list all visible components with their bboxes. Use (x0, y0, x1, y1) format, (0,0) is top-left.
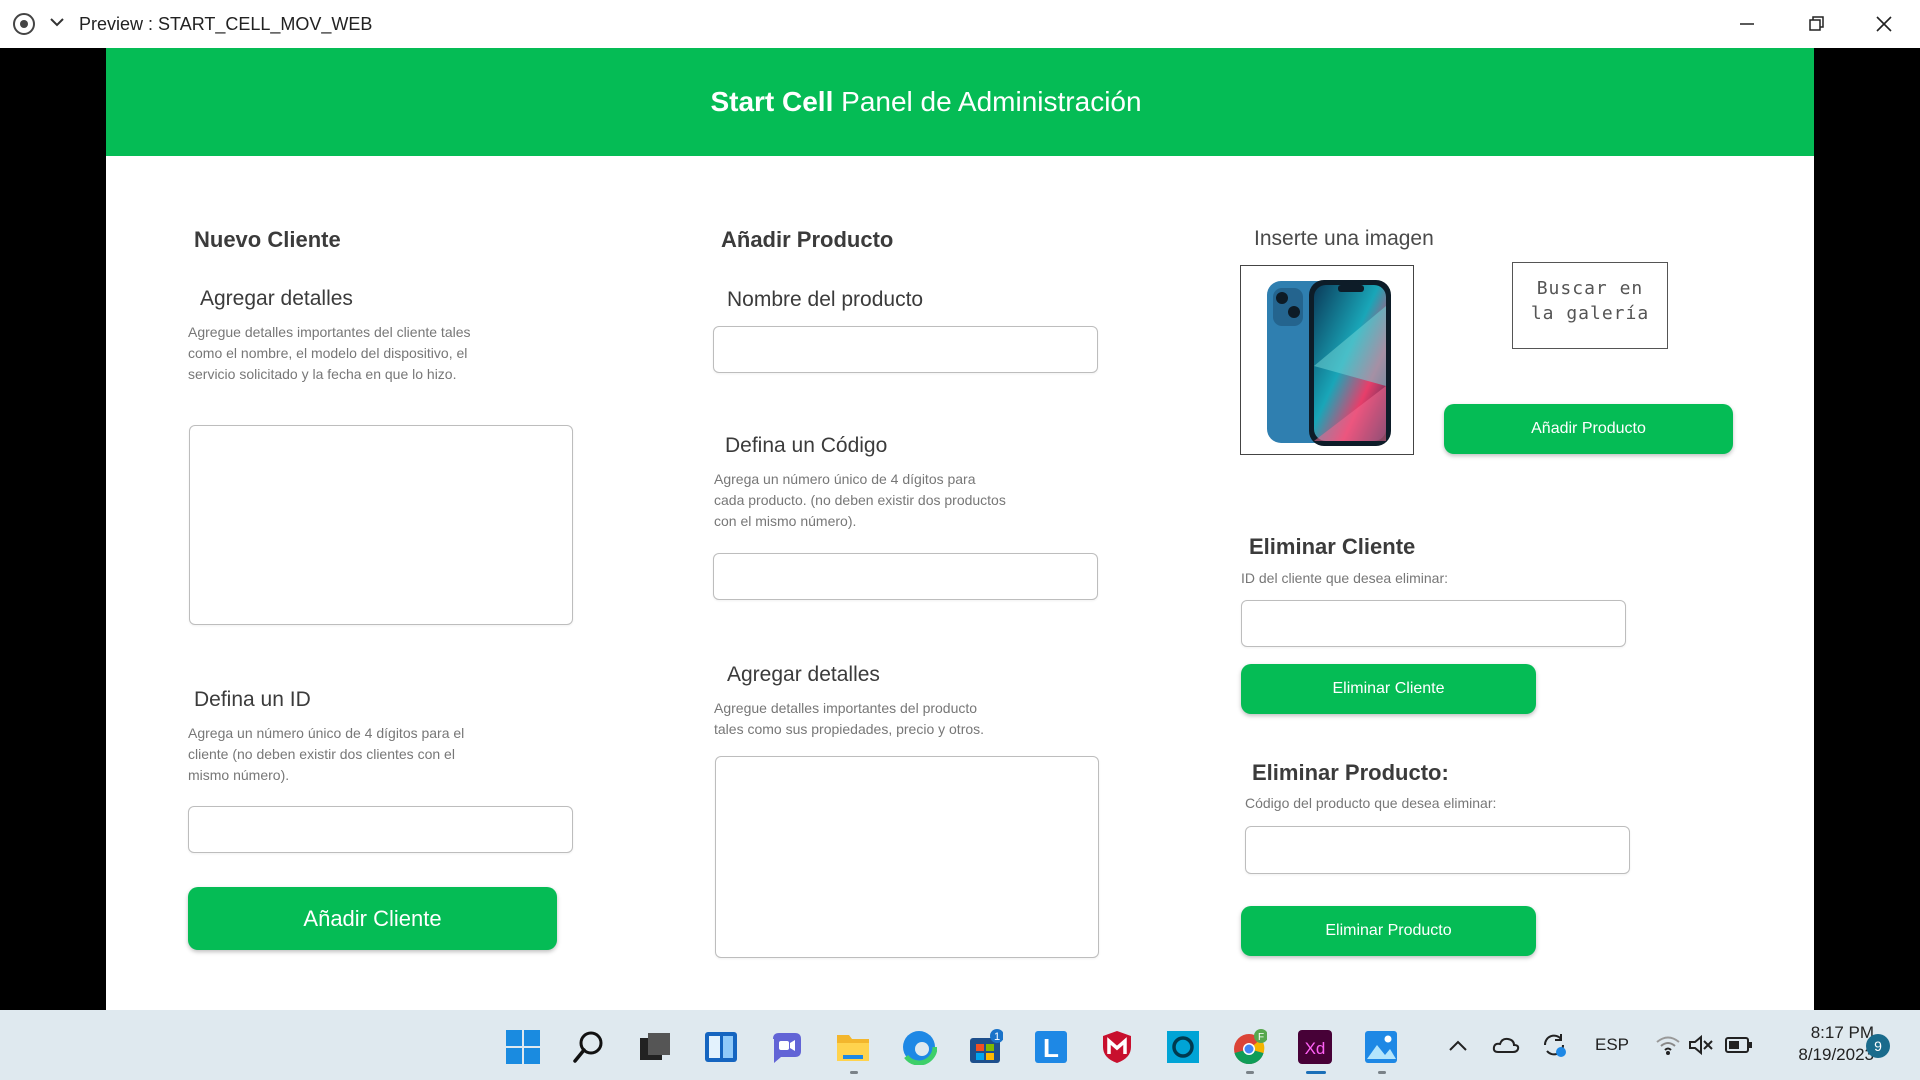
language-indicator[interactable]: ESP (1595, 1035, 1629, 1055)
minimize-icon[interactable] (1731, 8, 1763, 40)
cliente-details-textarea[interactable] (189, 425, 573, 625)
product-details-label: Agregar detalles (727, 663, 880, 686)
window-title: Preview : START_CELL_MOV_WEB (79, 14, 373, 34)
record-icon[interactable] (13, 13, 35, 35)
product-name-input[interactable] (713, 326, 1098, 373)
window-titlebar: Preview : START_CELL_MOV_WEB (0, 0, 1920, 48)
mcafee-icon[interactable] (1098, 1028, 1136, 1066)
brand-name: Start Cell (710, 86, 834, 117)
running-indicator (850, 1071, 858, 1074)
product-details-textarea[interactable] (715, 756, 1099, 958)
running-indicator (1378, 1071, 1386, 1074)
restore-icon[interactable] (1800, 8, 1832, 40)
cliente-id-desc: Agrega un número único de 4 dígitos para… (188, 725, 465, 783)
battery-icon[interactable] (1725, 1036, 1753, 1054)
anadir-producto-title: Añadir Producto (721, 227, 894, 252)
nuevo-cliente-title: Nuevo Cliente (194, 227, 341, 252)
cortana-icon[interactable] (1164, 1028, 1202, 1066)
insert-image-label: Inserte una imagen (1254, 227, 1434, 250)
volume-muted-icon[interactable] (1688, 1034, 1714, 1056)
cliente-id-label: Defina un ID (194, 688, 311, 711)
onedrive-cloud-icon[interactable] (1492, 1034, 1520, 1056)
delete-product-button[interactable]: Eliminar Producto (1241, 906, 1536, 956)
sync-icon[interactable] (1540, 1032, 1568, 1058)
widgets-icon[interactable] (702, 1028, 740, 1066)
edge-icon[interactable] (900, 1028, 938, 1066)
phone-image (1267, 280, 1391, 446)
cliente-id-input[interactable] (188, 806, 573, 853)
l-app-label: L (1043, 1033, 1059, 1063)
header-title: Start Cell Panel de Administración (106, 86, 1746, 118)
close-icon[interactable] (1868, 8, 1900, 40)
teams-chat-icon[interactable] (768, 1028, 806, 1066)
app-header: Start Cell Panel de Administración (106, 48, 1814, 156)
clock-date[interactable]: 8/19/2023 (1774, 1045, 1874, 1065)
chrome-profile-badge: F (1258, 1032, 1264, 1043)
product-code-label: Defina un Código (725, 434, 888, 457)
taskbar: 1 L F Xd ESP 8:17 PM 8/19/2023 9 (0, 1010, 1920, 1080)
eliminar-producto-title: Eliminar Producto: (1252, 760, 1449, 785)
adobe-xd-icon[interactable]: Xd (1296, 1028, 1334, 1066)
add-product-button[interactable]: Añadir Producto (1444, 404, 1733, 454)
delete-client-id-input[interactable] (1241, 600, 1626, 647)
active-indicator (1306, 1071, 1326, 1074)
file-explorer-icon[interactable] (834, 1028, 872, 1066)
l-app-icon[interactable]: L (1032, 1028, 1070, 1066)
store-badge: 1 (994, 1031, 1000, 1043)
cliente-details-desc: Agregue detalles importantes del cliente… (188, 324, 471, 382)
notification-badge[interactable]: 9 (1866, 1034, 1890, 1058)
store-icon[interactable]: 1 (966, 1028, 1004, 1066)
header-subtitle: Panel de Administración (841, 86, 1142, 117)
show-hidden-icons-chevron-up-icon[interactable] (1446, 1036, 1470, 1056)
eliminar-cliente-desc: ID del cliente que desea eliminar: (1241, 570, 1449, 586)
product-image-frame (1240, 265, 1414, 455)
clock-time[interactable]: 8:17 PM (1792, 1023, 1874, 1043)
task-view-icon[interactable] (636, 1028, 674, 1066)
product-code-input[interactable] (713, 553, 1098, 600)
search-gallery-button[interactable]: Buscar en la galería (1512, 262, 1668, 349)
app-canvas: Start Cell Panel de Administración Nuevo… (106, 48, 1814, 1010)
chevron-down-icon[interactable] (47, 12, 67, 32)
product-details-desc: Agregue detalles importantes del product… (714, 700, 985, 737)
delete-client-button[interactable]: Eliminar Cliente (1241, 664, 1536, 714)
chrome-icon[interactable]: F (1230, 1028, 1268, 1066)
add-client-button[interactable]: Añadir Cliente (188, 887, 557, 950)
delete-product-code-input[interactable] (1245, 826, 1630, 874)
cliente-details-label: Agregar detalles (200, 287, 353, 310)
product-name-label: Nombre del producto (727, 288, 924, 311)
xd-label: Xd (1305, 1039, 1326, 1058)
wifi-icon[interactable] (1655, 1034, 1681, 1056)
start-icon[interactable] (504, 1028, 542, 1066)
running-indicator (1246, 1071, 1254, 1074)
photos-icon[interactable] (1362, 1028, 1400, 1066)
product-code-desc: Agrega un número único de 4 dígitos para… (714, 471, 1006, 529)
eliminar-producto-desc: Código del producto que desea eliminar: (1245, 795, 1497, 811)
eliminar-cliente-title: Eliminar Cliente (1249, 534, 1416, 559)
search-icon[interactable] (570, 1028, 608, 1066)
